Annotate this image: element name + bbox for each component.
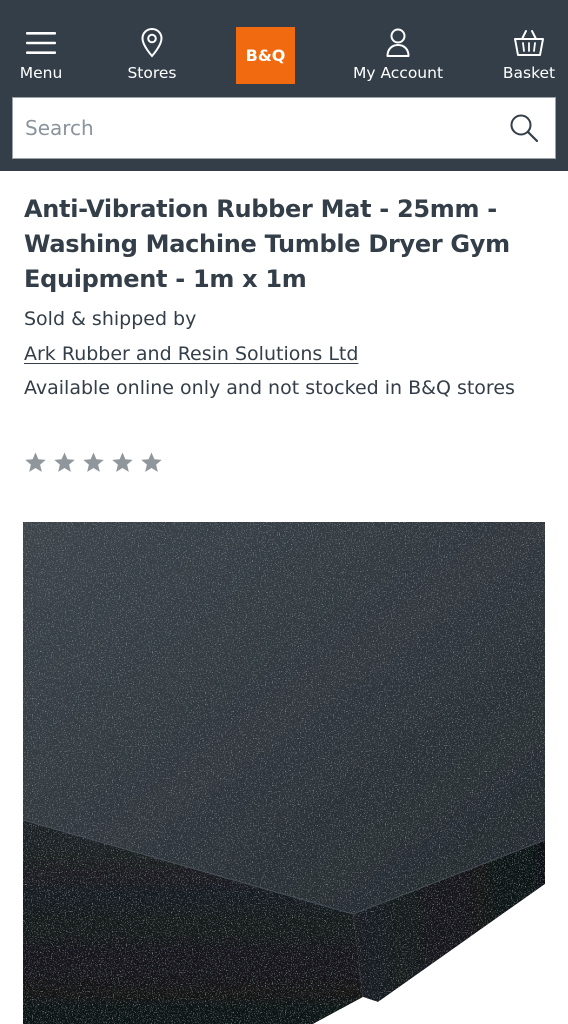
basket-icon [513, 26, 545, 60]
location-pin-icon [140, 26, 164, 60]
star-icon [25, 452, 46, 472]
product-title: Anti-Vibration Rubber Mat - 25mm - Washi… [24, 195, 510, 293]
search-input[interactable] [13, 98, 507, 158]
star-icon [83, 452, 104, 472]
availability-text: Available online only and not stocked in… [24, 377, 515, 399]
search-icon[interactable] [507, 111, 541, 145]
hamburger-menu-icon [25, 26, 57, 60]
bq-logo[interactable]: B&Q [236, 27, 295, 84]
seller-link[interactable]: Ark Rubber and Resin Solutions Ltd [24, 337, 358, 371]
product-image[interactable] [23, 522, 545, 1024]
logo-text: B&Q [245, 46, 286, 65]
star-icon [54, 452, 75, 472]
user-icon [385, 26, 411, 60]
search-bar [12, 97, 556, 159]
sold-by-label: Sold & shipped by [24, 308, 197, 330]
my-account-label: My Account [352, 64, 444, 82]
star-icon [112, 452, 133, 472]
basket-label: Basket [502, 64, 556, 82]
stores-button[interactable]: Stores [118, 26, 186, 86]
site-header: Menu Stores B&Q My Account Basket Search [0, 0, 568, 171]
star-icon [141, 452, 162, 472]
star-rating[interactable] [24, 451, 163, 477]
basket-button[interactable]: Basket [498, 26, 560, 86]
my-account-button[interactable]: My Account [346, 26, 450, 86]
menu-button[interactable]: Menu [14, 26, 68, 86]
menu-label: Menu [19, 64, 63, 82]
stores-label: Stores [127, 64, 177, 82]
